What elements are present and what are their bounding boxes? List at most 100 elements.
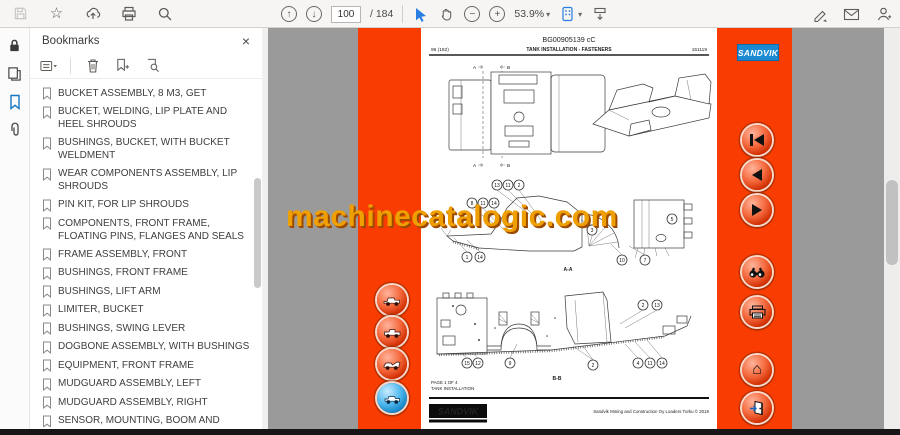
drill-rig-icon: [383, 361, 400, 370]
bookmark-item[interactable]: DOGBONE ASSEMBLY, WITH BUSHINGS: [42, 338, 256, 357]
watermark: machinecatalogic.com: [286, 200, 618, 233]
bookmark-item[interactable]: BUSHINGS, SWING LEVER: [42, 319, 256, 338]
save-icon[interactable]: [12, 5, 29, 22]
bookmark-item[interactable]: EQUIPMENT, FRONT FRAME: [42, 356, 256, 375]
lock-icon[interactable]: [6, 37, 23, 54]
bookmarks-panel-icon[interactable]: [6, 93, 23, 110]
previous-page-button[interactable]: [742, 160, 772, 190]
bookmarks-title: Bookmarks: [42, 34, 100, 47]
bookmark-item[interactable]: SENSOR, MOUNTING, BOOM AND MIDDLE HINGE: [42, 412, 256, 427]
close-icon[interactable]: ×: [242, 33, 250, 49]
equipment-category-4-button[interactable]: [377, 383, 407, 413]
bookmark-label: LIMITER, BUCKET: [58, 304, 144, 315]
svg-text:9: 9: [509, 361, 512, 367]
bookmark-item[interactable]: COMPONENTS, FRONT FRAME, FLOATING PINS, …: [42, 214, 256, 245]
star-icon[interactable]: ☆: [48, 5, 65, 22]
bookmark-icon: [43, 168, 51, 181]
print-document-button[interactable]: [742, 297, 772, 327]
next-page-button[interactable]: [742, 195, 772, 225]
chevron-down-icon: ▾: [546, 9, 551, 19]
exit-door-icon: [750, 400, 763, 416]
sandvik-logo: SANDVIK: [737, 44, 779, 61]
bookmark-item[interactable]: MUDGUARD ASSEMBLY, RIGHT: [42, 393, 256, 412]
svg-text:4: 4: [637, 361, 640, 367]
bookmark-item[interactable]: MUDGUARD ASSEMBLY, LEFT: [42, 375, 256, 394]
printer-icon: [748, 305, 766, 319]
arrow-right-icon: [752, 204, 762, 216]
bookmark-item[interactable]: BUCKET ASSEMBLY, 8 M3, GET: [42, 84, 256, 103]
equipment-category-1-button[interactable]: [377, 285, 407, 315]
email-icon[interactable]: [843, 6, 860, 23]
bookmark-item[interactable]: LIMITER, BUCKET: [42, 301, 256, 320]
bookmark-label: MUDGUARD ASSEMBLY, RIGHT: [58, 396, 208, 408]
bookmark-label: MUDGUARD ASSEMBLY, LEFT: [58, 378, 201, 389]
home-button[interactable]: ⌂: [742, 355, 772, 385]
arrow-left-icon: [752, 169, 762, 181]
toolbar-right-group: [811, 0, 892, 28]
collapse-toolbar-icon[interactable]: [591, 6, 608, 23]
bookmark-item[interactable]: FRAME ASSEMBLY, FRONT: [42, 245, 256, 264]
zoom-in-button[interactable]: +: [489, 6, 506, 22]
bookmark-icon: [43, 217, 51, 230]
bookmark-label: COMPONENTS, FRONT FRAME, FLOATING PINS, …: [58, 217, 244, 242]
bookmark-item[interactable]: WEAR COMPONENTS ASSEMBLY, LIP SHROUDS: [42, 165, 256, 196]
bookmark-item[interactable]: BUCKET, WELDING, LIP PLATE AND HEEL SHRO…: [42, 103, 256, 134]
panel-splitter[interactable]: [262, 28, 268, 429]
equipment-category-3-button[interactable]: [377, 349, 407, 379]
bookmarks-list: BUCKET ASSEMBLY, 8 M3, GET BUCKET, WELDI…: [30, 79, 262, 427]
add-bookmark-icon[interactable]: [114, 57, 131, 74]
pdf-viewer-app: ☆ ↑ ↓ 100 / 184 − + 53.9% ▾ ▾ Bookmarks …: [0, 0, 900, 435]
search-document-button[interactable]: [742, 257, 772, 287]
svg-text:2: 2: [642, 303, 645, 309]
svg-text:2: 2: [592, 363, 595, 369]
zoom-out-button[interactable]: −: [464, 6, 481, 22]
search-bookmark-icon[interactable]: [144, 57, 161, 74]
page-up-button[interactable]: ↑: [281, 6, 297, 22]
bookmark-icon: [43, 87, 51, 100]
pages-panel-icon[interactable]: [6, 65, 23, 82]
share-upload-icon[interactable]: [84, 5, 101, 22]
bookmark-label: FRAME ASSEMBLY, FRONT: [58, 248, 188, 260]
delete-bookmark-trash-icon[interactable]: [84, 57, 101, 74]
page-number-input[interactable]: 100: [331, 5, 361, 23]
first-page-button[interactable]: [742, 125, 772, 155]
svg-text:14: 14: [477, 255, 483, 261]
zoom-level-dropdown[interactable]: 53.9% ▾: [514, 8, 550, 20]
scrollbar-thumb[interactable]: [886, 180, 898, 265]
bookmark-item[interactable]: BUSHINGS, FRONT FRAME: [42, 264, 256, 283]
exit-button[interactable]: [742, 393, 772, 423]
svg-text:A-A: A-A: [564, 267, 573, 273]
svg-text:SANDVIK: SANDVIK: [438, 407, 480, 417]
bookmark-label: PIN KIT, FOR LIP SHROUDS: [58, 199, 189, 210]
page-display-mode-dropdown[interactable]: ▾: [559, 6, 582, 23]
svg-text:B-B: B-B: [553, 376, 562, 382]
diagram-isometric: [592, 73, 712, 137]
page-down-button[interactable]: ↓: [306, 6, 322, 22]
document-scrollbar[interactable]: [884, 28, 900, 429]
print-icon[interactable]: [120, 5, 137, 22]
svg-text:A: A: [473, 163, 477, 169]
attachments-panel-icon[interactable]: [6, 121, 23, 138]
equipment-category-2-button[interactable]: [377, 317, 407, 347]
bookmark-item[interactable]: BUSHINGS, LIFT ARM: [42, 282, 256, 301]
footer-page-info: PAGE 1 OF 4: [431, 380, 458, 385]
select-cursor-icon[interactable]: [412, 6, 429, 23]
user-account-icon[interactable]: [875, 6, 892, 23]
svg-text:A: A: [473, 65, 477, 71]
toolbar-left-group: ☆: [0, 5, 173, 22]
search-icon[interactable]: [156, 5, 173, 22]
bookmark-options-icon[interactable]: [40, 57, 57, 74]
bookmark-item[interactable]: BUSHINGS, BUCKET, WITH BUCKET WELDMENT: [42, 134, 256, 165]
bookmarks-scrollbar[interactable]: [254, 83, 261, 423]
fill-sign-pen-icon[interactable]: [811, 6, 828, 23]
chevron-down-icon: ▾: [578, 9, 583, 19]
bookmark-label: BUSHINGS, FRONT FRAME: [58, 267, 188, 278]
footer-doc-name: TANK INSTALLATION: [431, 386, 474, 391]
scrollbar-thumb[interactable]: [254, 178, 261, 288]
bookmark-icon: [43, 248, 51, 261]
svg-text:10: 10: [619, 258, 625, 264]
bookmark-item[interactable]: PIN KIT, FOR LIP SHROUDS: [42, 196, 256, 215]
bookmark-label: EQUIPMENT, FRONT FRAME: [58, 359, 194, 371]
svg-text:1: 1: [466, 255, 469, 261]
hand-tool-icon[interactable]: [438, 6, 455, 23]
